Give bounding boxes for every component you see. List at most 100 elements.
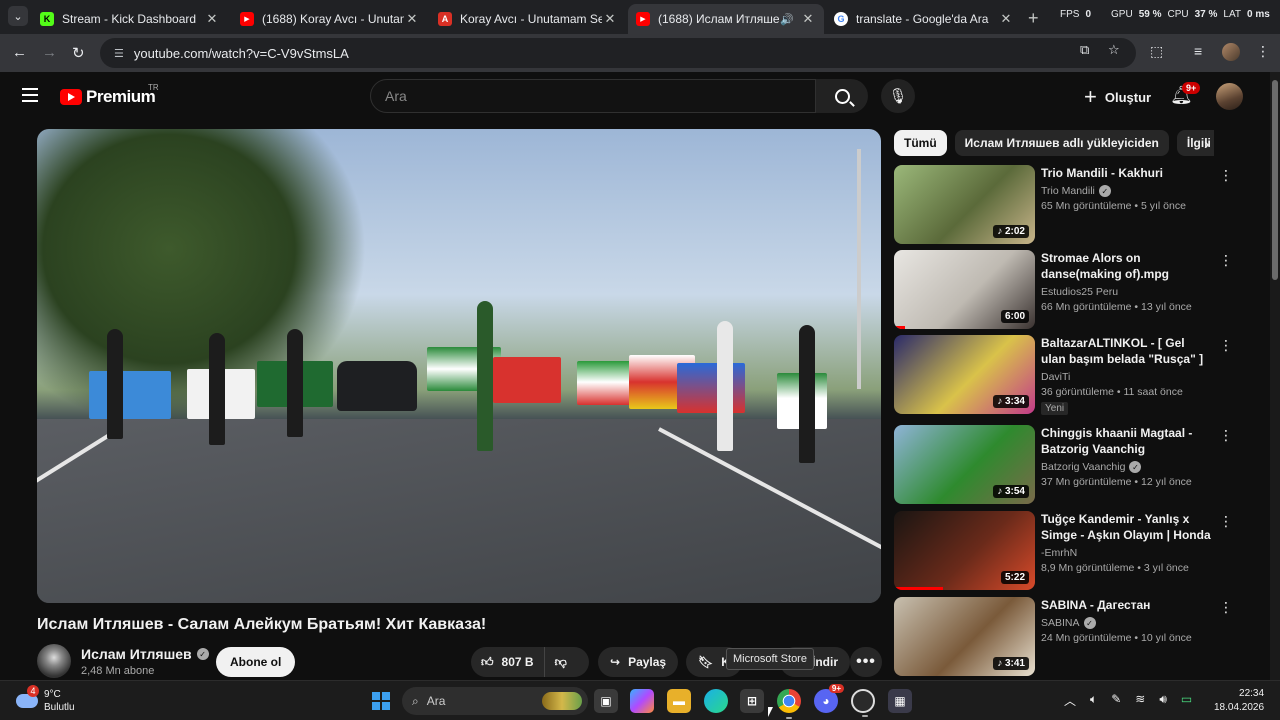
tab-youtube-active[interactable]: ▶ (1688) Ислам Итляшев - Са 🔊 ✕ bbox=[628, 4, 824, 34]
channel-avatar[interactable] bbox=[37, 644, 71, 678]
more-options-icon[interactable]: ⋮ bbox=[1219, 252, 1233, 269]
close-tab-icon[interactable]: ✕ bbox=[998, 11, 1014, 27]
recommendation-channel[interactable]: DaviTi bbox=[1041, 371, 1070, 383]
channel-name-row[interactable]: Ислам Итляшев ✓ bbox=[81, 646, 209, 662]
close-tab-icon[interactable]: ✕ bbox=[404, 11, 420, 27]
recommendation-title[interactable]: Stromae Alors on danse(making of).mpg bbox=[1041, 250, 1211, 282]
tab-kick[interactable]: K Stream - Kick Dashboard ✕ bbox=[32, 4, 228, 34]
file-explorer-icon[interactable]: ▬ bbox=[667, 689, 691, 713]
recommendation-title[interactable]: BaltazarALTINKOL - [ Gel ulan başım bela… bbox=[1041, 335, 1211, 367]
windows-start-icon[interactable] bbox=[372, 692, 390, 710]
site-info-icon[interactable]: ☰ bbox=[114, 47, 124, 60]
more-options-icon[interactable]: ⋮ bbox=[1219, 513, 1233, 530]
chip-all[interactable]: Tümü bbox=[894, 130, 947, 156]
microphone-icon[interactable]: ✎ bbox=[1111, 692, 1121, 709]
like-button[interactable]: 👍︎ 807 B bbox=[471, 647, 545, 677]
recommendation-title[interactable]: Trio Mandili - Kakhuri bbox=[1041, 165, 1211, 181]
recommendation-item[interactable]: ♪ 3:41 SABINA - Дагестан SABINA ✓ 24 Mn görü… bbox=[894, 597, 1234, 677]
recommendation-item[interactable]: 5:22 Tuğçe Kandemir - Yanlış x Simge - Aş… bbox=[894, 511, 1234, 591]
share-button[interactable]: ↪ Paylaş bbox=[598, 647, 679, 677]
video-thumbnail[interactable]: ♪ 3:41 bbox=[894, 597, 1035, 676]
tab-search-icon[interactable]: ⌄ bbox=[8, 6, 28, 26]
search-button[interactable] bbox=[816, 79, 868, 113]
new-tab-icon[interactable]: + bbox=[1028, 8, 1039, 29]
close-tab-icon[interactable]: ✕ bbox=[204, 11, 220, 27]
voice-search-icon[interactable]: 🎙 bbox=[881, 79, 915, 113]
task-view-icon[interactable]: ▣ bbox=[594, 689, 618, 713]
tab-youtube-koray[interactable]: ▶ (1688) Koray Avcı - Unutamam Seni ✕ bbox=[232, 4, 428, 34]
microsoft-store-icon[interactable]: ⊞ bbox=[740, 689, 764, 713]
subscribe-button[interactable]: Abone ol bbox=[216, 647, 296, 677]
close-tab-icon[interactable]: ✕ bbox=[800, 11, 816, 27]
kick-favicon-icon: K bbox=[40, 12, 54, 26]
more-options-icon[interactable]: ⋮ bbox=[1219, 337, 1233, 354]
chrome-icon[interactable] bbox=[777, 689, 801, 719]
recommendation-channel-row: Trio Mandili ✓ bbox=[1041, 185, 1211, 197]
recommendation-title[interactable]: Chinggis khaanii Magtaal - Batzorig Vaan… bbox=[1041, 425, 1211, 457]
install-app-icon[interactable]: ⧉ bbox=[1080, 42, 1089, 58]
recommendation-channel[interactable]: SABINA bbox=[1041, 617, 1080, 629]
reload-icon[interactable]: ↻ bbox=[72, 44, 85, 62]
bookmark-star-icon[interactable]: ☆ bbox=[1108, 42, 1120, 58]
dislike-button[interactable]: 👎︎ bbox=[545, 655, 577, 670]
close-tab-icon[interactable]: ✕ bbox=[602, 11, 618, 27]
more-options-icon[interactable]: ⋮ bbox=[1219, 599, 1233, 616]
plus-icon: + bbox=[1084, 84, 1097, 109]
browser-menu-icon[interactable]: ⋮ bbox=[1256, 43, 1270, 60]
weather-temperature: 9°C bbox=[44, 689, 61, 700]
more-options-icon[interactable]: ⋮ bbox=[1219, 167, 1233, 184]
discord-icon[interactable]: ◕ 9+ bbox=[814, 684, 844, 713]
recommendation-item[interactable]: 6:00 Stromae Alors on danse(making of).mp… bbox=[894, 250, 1234, 330]
video-thumbnail[interactable]: ♪ 3:54 bbox=[894, 425, 1035, 504]
recommendation-title[interactable]: Tuğçe Kandemir - Yanlış x Simge - Aşkın … bbox=[1041, 511, 1211, 543]
weather-widget[interactable]: 9°C Bulutlu bbox=[16, 688, 75, 714]
tab-lyrics[interactable]: A Koray Avcı - Unutamam Seni - A ✕ bbox=[430, 4, 626, 34]
chevron-right-icon[interactable]: › bbox=[1204, 136, 1209, 154]
recommendation-item[interactable]: ♪ 3:34 BaltazarALTINKOL - [ Gel ulan başı… bbox=[894, 335, 1234, 415]
volume-icon[interactable]: 🔊︎ bbox=[1159, 692, 1167, 709]
video-thumbnail[interactable]: 5:22 bbox=[894, 511, 1035, 590]
recommendation-channel[interactable]: Batzorig Vaanchig bbox=[1041, 461, 1125, 473]
tray-overflow-icon[interactable]: ︿ bbox=[1064, 692, 1076, 709]
recommendation-item[interactable]: ♪ 2:02 Trio Mandili - Kakhuri Trio Mandili… bbox=[894, 165, 1234, 245]
wifi-icon[interactable]: ≋ bbox=[1135, 692, 1145, 709]
audio-app-icon[interactable]: ▦ bbox=[888, 689, 912, 713]
logo-text: Premium bbox=[86, 87, 156, 106]
recommendation-channel[interactable]: Estudios25 Peru bbox=[1041, 286, 1118, 298]
obs-icon[interactable] bbox=[851, 689, 875, 717]
recommendation-channel[interactable]: Trio Mandili bbox=[1041, 185, 1095, 197]
video-thumbnail[interactable]: ♪ 2:02 bbox=[894, 165, 1035, 244]
recommendation-meta: 8,9 Mn görüntüleme • 3 yıl önce bbox=[1041, 562, 1189, 574]
page-scrollbar[interactable] bbox=[1270, 72, 1280, 680]
back-icon[interactable]: ← bbox=[12, 44, 27, 61]
recommendation-channel[interactable]: -EmrhN bbox=[1041, 547, 1077, 559]
video-player[interactable] bbox=[37, 129, 881, 603]
speaker-icon[interactable]: 🔊 bbox=[780, 13, 794, 26]
address-bar[interactable]: ☰ youtube.com/watch?v=C-V9vStmsLA bbox=[100, 38, 1136, 68]
media-control-icon[interactable]: ≡ bbox=[1194, 43, 1202, 59]
extensions-icon[interactable]: ⬚ bbox=[1150, 43, 1163, 60]
scrollbar-thumb[interactable] bbox=[1272, 80, 1278, 280]
recommendation-title[interactable]: SABINA - Дагестан bbox=[1041, 597, 1211, 613]
create-button[interactable]: + Oluştur bbox=[1074, 82, 1161, 112]
battery-icon[interactable]: ▭ bbox=[1181, 692, 1192, 709]
chip-from-uploader[interactable]: Ислам Итляшев adlı yükleyiciden bbox=[954, 130, 1169, 156]
taskbar-search[interactable]: ⌕ Ara bbox=[402, 687, 588, 715]
tab-google[interactable]: G translate - Google'da Ara ✕ bbox=[826, 4, 1022, 34]
forward-icon[interactable]: → bbox=[42, 44, 57, 61]
youtube-account-avatar[interactable] bbox=[1216, 83, 1243, 110]
channel-name[interactable]: Ислам Итляшев bbox=[81, 646, 192, 662]
more-actions-icon[interactable]: ••• bbox=[850, 647, 882, 677]
menu-icon[interactable] bbox=[22, 88, 38, 102]
more-options-icon[interactable]: ⋮ bbox=[1219, 427, 1233, 444]
video-thumbnail[interactable]: ♪ 3:34 bbox=[894, 335, 1035, 414]
speaker-icon[interactable]: 🔈︎ bbox=[1090, 692, 1097, 709]
recommendation-item[interactable]: ♪ 3:54 Chinggis khaanii Magtaal - Batzori… bbox=[894, 425, 1234, 505]
profile-avatar[interactable] bbox=[1222, 43, 1240, 61]
youtube-logo[interactable]: Premium TR bbox=[60, 83, 159, 107]
edge-icon[interactable] bbox=[704, 689, 728, 713]
video-thumbnail[interactable]: 6:00 bbox=[894, 250, 1035, 329]
system-clock[interactable]: 22:34 18.04.2026 bbox=[1214, 687, 1264, 715]
search-input[interactable]: Ara bbox=[370, 79, 816, 113]
copilot-icon[interactable] bbox=[630, 689, 654, 713]
